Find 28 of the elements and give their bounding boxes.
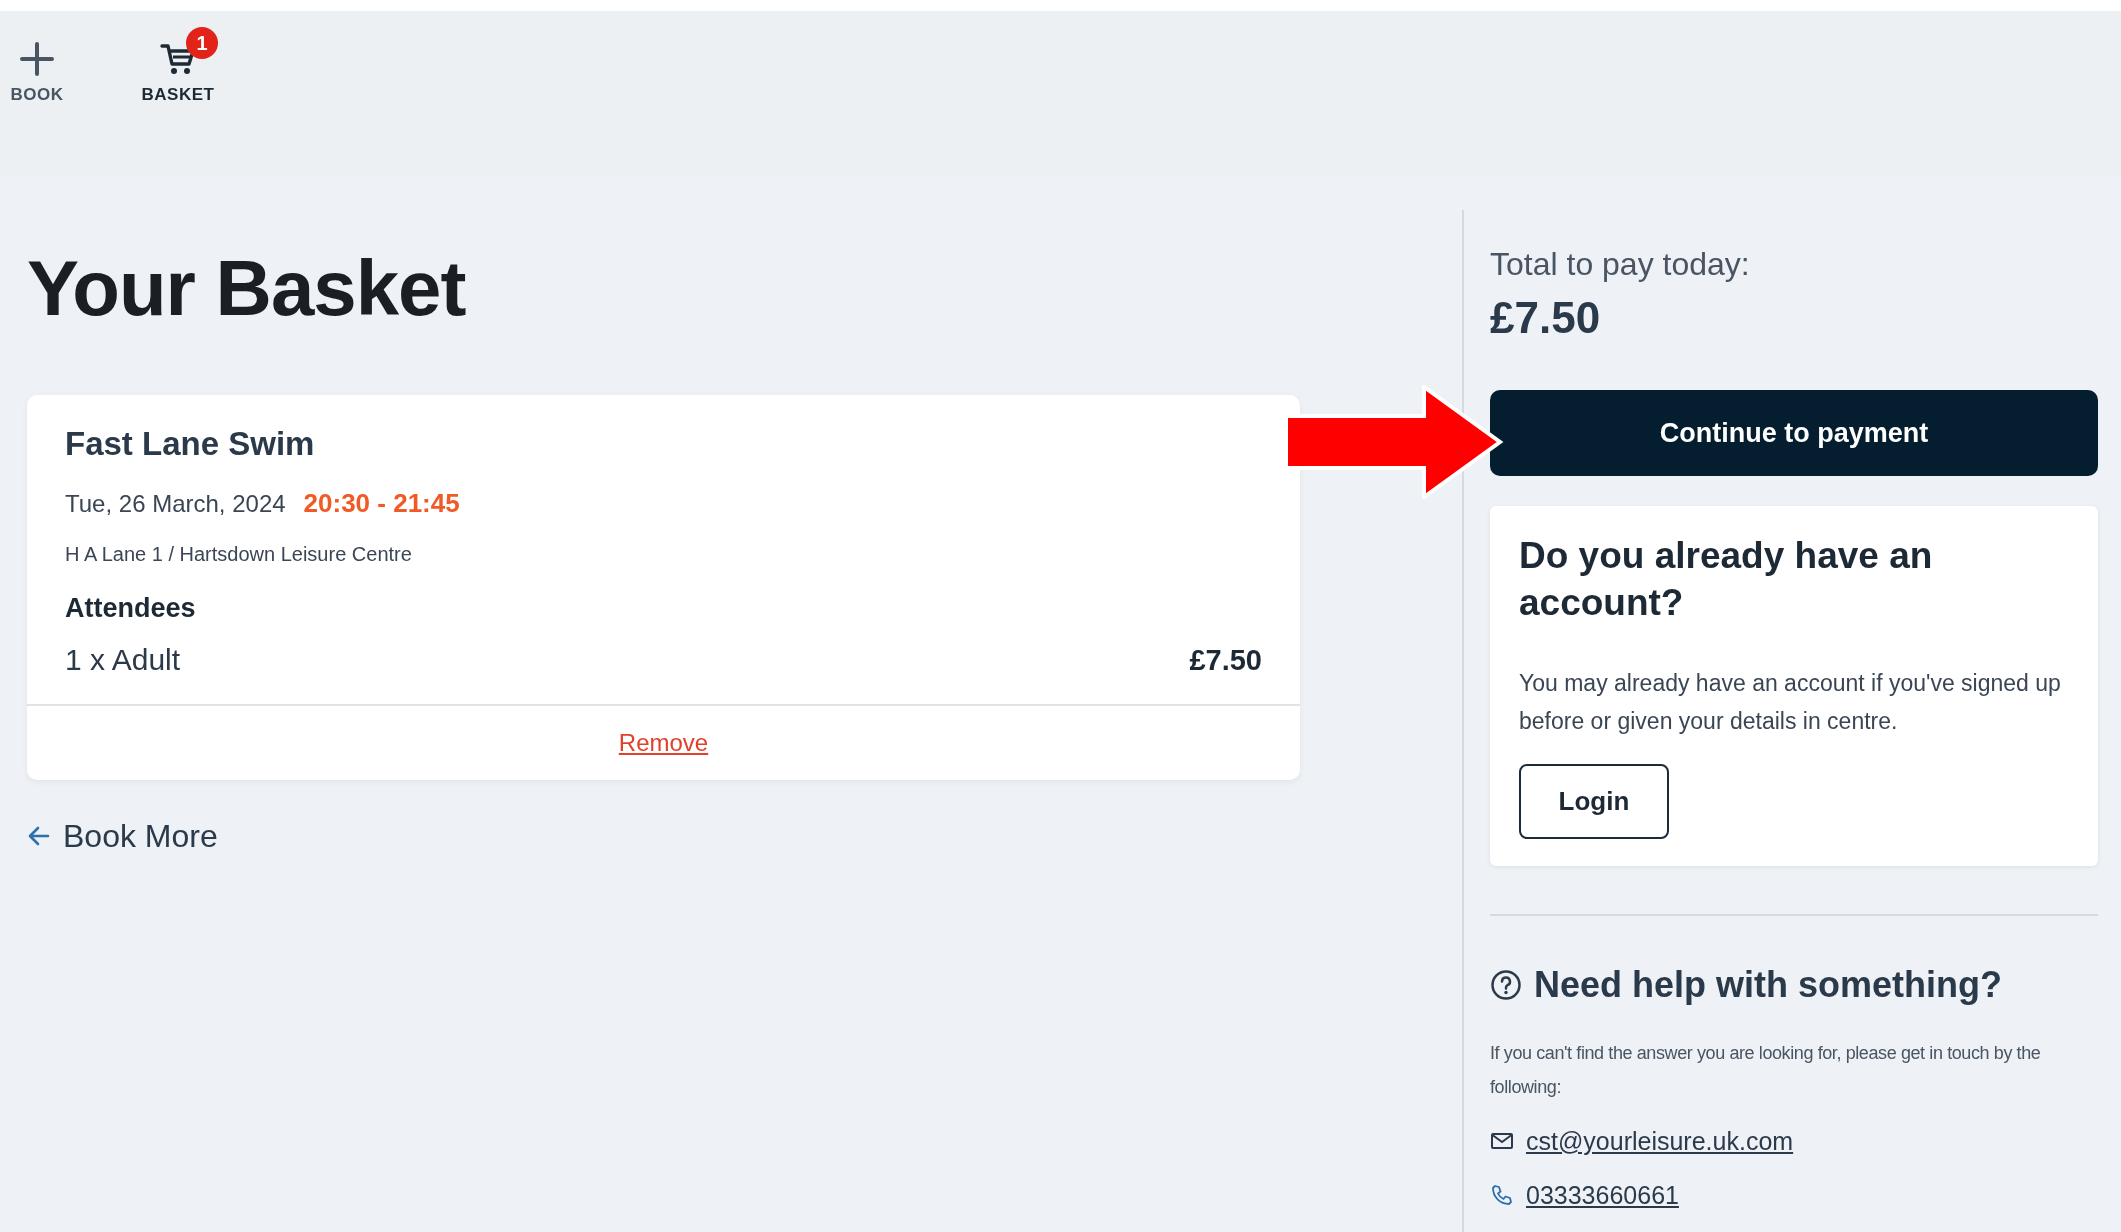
item-location: H A Lane 1 / Hartsdown Leisure Centre xyxy=(65,542,413,567)
attendees-heading: Attendees xyxy=(65,592,197,625)
login-button[interactable]: Login xyxy=(1519,764,1669,839)
contact-link[interactable]: 03333660661 xyxy=(1526,1178,1679,1212)
attendee-label: 1 x Adult xyxy=(65,642,181,678)
help-text: If you can't find the answer you are looking for, please get in touch by the following: xyxy=(1490,1042,2042,1099)
remove-link[interactable]: Remove xyxy=(618,729,709,757)
total-amount: £7.50 xyxy=(1490,292,1602,344)
cart-icon xyxy=(160,41,196,77)
book-more-link[interactable]: Book More xyxy=(63,816,218,856)
help-heading: Need help with something? xyxy=(1534,963,2003,1007)
attendee-price: £7.50 xyxy=(1189,643,1262,678)
total-label: Total to pay today: xyxy=(1490,245,1751,284)
nav-item[interactable]: BOOK xyxy=(10,25,64,105)
account-heading: Do you already have an account? xyxy=(1519,534,1934,625)
item-name: Fast Lane Swim xyxy=(65,424,316,464)
nav-item[interactable]: 1 BASKET xyxy=(136,25,220,105)
account-text: You may already have an account if you've signed up before or given your details in centre. xyxy=(1519,669,2062,736)
help-icon xyxy=(1490,969,1522,1001)
plus-icon xyxy=(19,41,55,77)
contact-link[interactable]: cst@yourleisure.uk.com xyxy=(1526,1124,1794,1158)
arrow-left-icon[interactable] xyxy=(27,824,51,848)
count-badge: 1 xyxy=(186,27,218,59)
continue-button[interactable]: Continue to payment xyxy=(1490,390,2098,476)
item-time: 20:30 - 21:45 xyxy=(303,487,460,519)
page-title: Your Basket xyxy=(27,245,467,331)
phone-icon xyxy=(1490,1183,1514,1207)
item-date: Tue, 26 March, 2024 xyxy=(65,489,286,519)
